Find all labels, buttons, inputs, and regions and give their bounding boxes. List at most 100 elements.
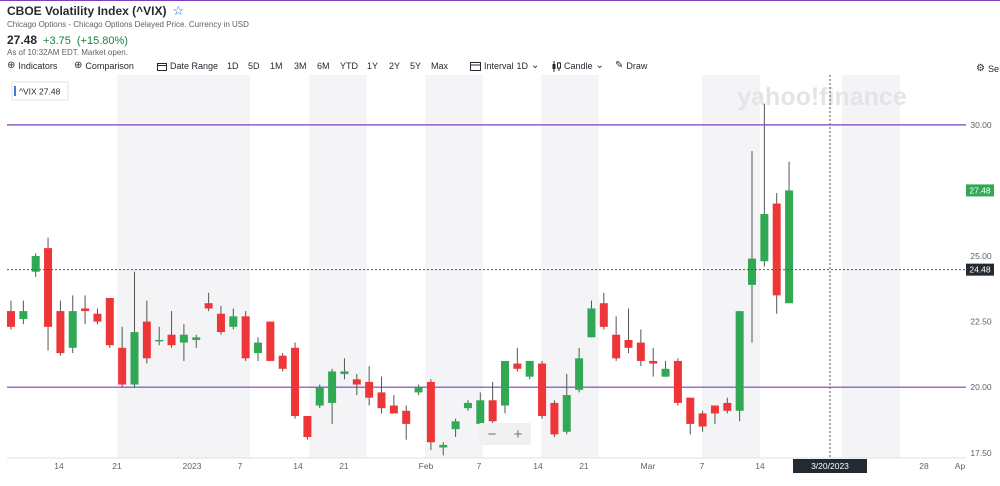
indicators-button[interactable]: ⊕ Indicators	[7, 60, 58, 72]
candle-body	[624, 339, 633, 348]
candle-body	[68, 311, 77, 348]
candle	[278, 353, 287, 372]
x-axis-tick-label: 2023	[183, 461, 202, 471]
candle	[19, 300, 28, 325]
y-axis-tick-label: 30.00	[970, 120, 992, 130]
settings-button[interactable]: ⚙ Se	[976, 64, 999, 75]
x-axis-tick-label: 14	[755, 461, 765, 471]
interval-icon	[470, 61, 481, 71]
range-1y[interactable]: 1Y	[367, 61, 378, 71]
candle	[31, 253, 40, 277]
current-price: 27.48	[7, 33, 38, 47]
candle-body	[155, 339, 164, 342]
chart-type-dropdown[interactable]: Candle ⌄	[551, 60, 604, 72]
candle	[105, 297, 114, 348]
candle-body	[340, 371, 349, 375]
candle-body	[748, 258, 756, 285]
price-change-percent: (+15.80%)	[76, 35, 128, 47]
x-axis-tick-label: Mar	[641, 461, 656, 471]
candle-body	[142, 321, 151, 359]
candle	[81, 295, 90, 325]
candle	[686, 397, 695, 435]
zoom-in-button[interactable]: +	[514, 426, 523, 443]
range-2y[interactable]: 2Y	[389, 61, 400, 71]
candle-body	[525, 360, 534, 377]
candle-body	[93, 313, 102, 322]
comparison-label: Comparison	[85, 61, 134, 71]
x-axis-tick-label: 7	[477, 461, 482, 471]
candle-body	[118, 347, 127, 385]
draw-button[interactable]: ✎ Draw	[615, 61, 647, 72]
date-range-button[interactable]: Date Range	[157, 61, 218, 71]
candle	[760, 103, 769, 267]
candle-body	[167, 334, 176, 346]
candle	[56, 300, 65, 356]
range-3m[interactable]: 3M	[294, 61, 307, 71]
candle-body	[612, 334, 621, 359]
candle-body	[303, 416, 312, 438]
candle-body	[241, 316, 250, 359]
range-5y[interactable]: 5Y	[410, 61, 421, 71]
x-axis-tick-label: 7	[238, 461, 243, 471]
candlestick-chart[interactable]: yahoo!finance 30.0027.5025.0022.5020.001…	[0, 75, 1000, 481]
candle	[266, 321, 275, 361]
candle	[624, 308, 633, 354]
indicators-label: Indicators	[18, 61, 58, 71]
legend-box: ^VIX 27.48	[11, 81, 69, 101]
candle	[254, 337, 262, 361]
watchlist-star-icon[interactable]: ☆	[172, 4, 184, 17]
candle-body	[772, 203, 781, 296]
candle-body	[44, 248, 53, 327]
candle-body	[105, 297, 114, 346]
candle-body	[414, 387, 423, 393]
quote-header: CBOE Volatility Index (^VIX) ☆ Chicago O…	[7, 4, 249, 57]
candle-body	[661, 368, 670, 377]
week-band	[842, 75, 900, 458]
candle-body	[575, 358, 584, 390]
candle	[649, 347, 658, 377]
chart-type-label: Candle	[564, 61, 593, 71]
candle	[735, 311, 744, 422]
candle-body	[686, 397, 695, 424]
candle-body	[476, 400, 485, 424]
range-max[interactable]: Max	[431, 61, 448, 71]
candle	[673, 358, 682, 406]
range-6m[interactable]: 6M	[317, 61, 330, 71]
interval-dropdown[interactable]: Interval 1D ⌄	[470, 61, 539, 71]
chart-toolbar: ⊕ Indicators ⊕ Comparison Date Range 1D …	[0, 58, 1000, 74]
x-axis-tick-label: 28	[919, 461, 929, 471]
x-axis-tick-label: Ap	[955, 461, 966, 471]
date-range-label: Date Range	[170, 61, 219, 71]
candle-body	[315, 387, 324, 406]
candle-body	[538, 363, 547, 417]
candle	[241, 311, 250, 361]
y-axis-tick-label: 22.50	[970, 317, 992, 327]
candle-body	[451, 421, 460, 430]
candle	[488, 381, 497, 424]
range-ytd[interactable]: YTD	[340, 61, 358, 71]
candle	[550, 400, 559, 438]
candle	[377, 376, 386, 414]
chevron-down-icon: ⌄	[531, 60, 540, 71]
candle-body	[19, 311, 28, 319]
candle	[636, 329, 645, 367]
plus-circle-icon: ⊕	[7, 60, 16, 71]
candle-body	[179, 334, 188, 343]
week-band	[192, 75, 250, 458]
range-1m[interactable]: 1M	[270, 61, 283, 71]
zoom-out-button[interactable]: −	[488, 426, 497, 443]
range-1d[interactable]: 1D	[227, 61, 239, 71]
candle-body	[254, 342, 262, 354]
candle-body	[649, 360, 658, 364]
candle-body	[389, 405, 398, 414]
x-axis-tick-label: 21	[112, 461, 122, 471]
candle-body	[587, 308, 596, 338]
range-5d[interactable]: 5D	[248, 61, 260, 71]
comparison-button[interactable]: ⊕ Comparison	[74, 60, 134, 72]
candle-body	[377, 392, 386, 409]
quote-title: CBOE Volatility Index (^VIX)	[7, 4, 167, 18]
chart-area[interactable]: yahoo!finance 30.0027.5025.0022.5020.001…	[0, 75, 1000, 481]
crosshair-price-tag-label: 24.48	[969, 265, 991, 275]
plus-circle-icon: ⊕	[74, 60, 83, 71]
candle-body	[760, 214, 769, 262]
